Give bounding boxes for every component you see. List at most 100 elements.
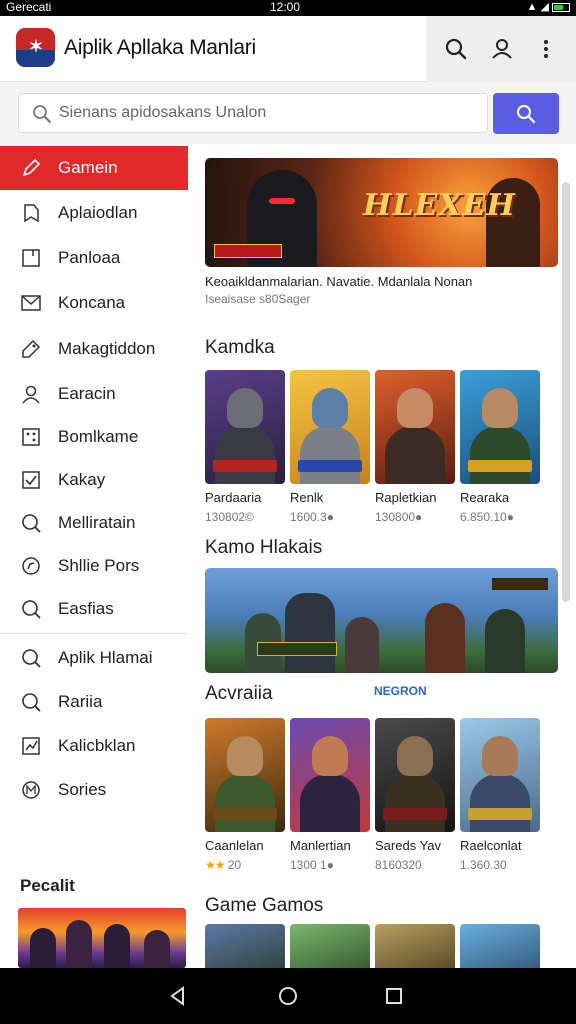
search-icon [22, 693, 41, 712]
section-title: Kamo Hlakais [205, 537, 323, 558]
game-thumbnail [375, 370, 455, 484]
sidebar-item-label: Aplaiodlan [58, 203, 138, 222]
popular-section-title: Pecalit [20, 876, 75, 895]
game-card[interactable]: Sareds Yav 8160320 [375, 718, 455, 872]
recents-icon[interactable] [382, 984, 406, 1008]
promo-banner-tag [492, 578, 548, 590]
status-icons: ▲◢ [527, 0, 570, 14]
banner-title: HLEXEH [363, 188, 516, 223]
note-icon [22, 249, 40, 267]
game-name: Raelconlat [460, 838, 522, 853]
sidebar-item-easfias[interactable]: Easfias [0, 587, 188, 631]
game-name: Sareds Yav [375, 838, 442, 853]
rating-stars: ★★ [205, 858, 225, 872]
mail-icon [21, 295, 41, 311]
game-name: Renlk [290, 490, 324, 505]
wifi-icon: ▲ [526, 1, 541, 13]
checkbox-icon [22, 471, 40, 489]
sidebar-item-label: Koncana [58, 293, 126, 312]
game-card[interactable]: Manlertian 1300 1● [290, 718, 370, 872]
battery-icon [552, 2, 570, 12]
game-thumbnail [290, 370, 370, 484]
status-bar: Gerecati 12:00 ▲◢ [0, 0, 576, 16]
game-name: Pardaaria [205, 490, 262, 505]
search-button[interactable] [440, 33, 472, 65]
sidebar-item-shllie-pors[interactable]: Shllie Pors [0, 544, 188, 588]
sidebar-item-aplik-hlamai[interactable]: Aplik Hlamai [0, 636, 188, 680]
section-link[interactable]: NEGRON [374, 684, 427, 698]
section-title: Acvraiia [205, 683, 273, 704]
dice-icon [22, 428, 40, 446]
tag-icon [22, 339, 41, 358]
game-card[interactable] [205, 924, 285, 968]
chart-icon [22, 737, 40, 755]
game-stat: 1600.3● [290, 510, 334, 524]
game-card[interactable]: Raelconlat 1.360.30 [460, 718, 540, 872]
more-menu-button[interactable] [530, 33, 562, 65]
sidebar-item-melliratain[interactable]: Melliratain [0, 501, 188, 545]
compass-icon [22, 557, 40, 575]
featured-subline: Iseaisase s80Sager [205, 292, 311, 306]
game-card[interactable] [290, 924, 370, 968]
carrier-label: Gerecati [6, 0, 52, 14]
back-icon[interactable] [166, 984, 190, 1008]
sidebar-item-label: Easfias [58, 599, 114, 618]
sidebar-item-panloaa[interactable]: Panloaa [0, 236, 188, 280]
search-row [0, 82, 576, 144]
sidebar-item-label: Bomlkame [58, 427, 139, 446]
search-icon [33, 105, 51, 123]
game-stat: 1300 1● [290, 858, 334, 872]
sidebar-item-bomlkame[interactable]: Bomlkame [0, 415, 188, 459]
game-card[interactable] [460, 924, 540, 968]
game-thumbnail [460, 718, 540, 832]
popular-thumbnail[interactable] [18, 908, 186, 968]
app-bar-actions [426, 16, 576, 82]
sidebar-item-label: Melliratain [58, 513, 136, 532]
sidebar-item-sories[interactable]: Sories [0, 768, 188, 812]
home-icon[interactable] [276, 984, 300, 1008]
search-box[interactable] [18, 93, 488, 133]
signal-icon: ◢ [540, 1, 552, 13]
game-thumbnail [290, 718, 370, 832]
game-card[interactable]: Caanlelan ★★ 20 [205, 718, 285, 872]
main-content: HLEXEH Keoaikldanmalarian. Navatie. Mdan… [196, 144, 576, 968]
game-card[interactable]: Rapletkian 130800● [375, 370, 455, 524]
game-card[interactable] [375, 924, 455, 968]
promo-banner[interactable] [205, 568, 558, 673]
sidebar-item-label: Aplik Hlamai [58, 648, 153, 667]
sidebar-item-label: Panloaa [58, 248, 121, 267]
search-icon [22, 514, 41, 533]
account-button[interactable] [486, 33, 518, 65]
banner-badge [214, 244, 282, 258]
sidebar-item-gamein[interactable]: Gamein [0, 146, 188, 190]
sidebar-item-earacin[interactable]: Earacin [0, 372, 188, 416]
game-stat: 130802© [205, 510, 254, 524]
sidebar-item-koncana[interactable]: Koncana [0, 281, 188, 325]
game-stat: 8160320 [375, 858, 422, 872]
bookmark-icon [24, 204, 39, 223]
user-icon [492, 39, 512, 59]
app-logo: ✶ [16, 28, 55, 67]
sidebar-item-label: Kakay [58, 470, 106, 489]
sidebar-item-label: Shllie Pors [58, 556, 140, 575]
sidebar-item-makagtiddon[interactable]: Makagtiddon [0, 327, 188, 371]
game-card[interactable]: Rearaka 6.850.10● [460, 370, 540, 524]
scrollbar[interactable] [562, 182, 570, 602]
search-submit-button[interactable] [493, 93, 559, 134]
game-card[interactable]: Renlk 1600.3● [290, 370, 370, 524]
sidebar-item-label: Gamein [58, 158, 118, 177]
game-stat: 1.360.30 [460, 858, 507, 872]
clock: 12:00 [270, 0, 301, 14]
game-stat: ★★ 20 [205, 858, 241, 872]
game-card[interactable]: Pardaaria 130802© [205, 370, 285, 524]
sidebar-item-kalicbklan[interactable]: Kalicbklan [0, 724, 188, 768]
sidebar-item-label: Makagtiddon [58, 339, 156, 358]
game-name: Caanlelan [205, 838, 264, 853]
sidebar-item-rariia[interactable]: Rariia [0, 680, 188, 724]
sidebar-item-aplaiodlan[interactable]: Aplaiodlan [0, 191, 188, 235]
section-title: Kamdka [205, 337, 275, 358]
sidebar-item-kakay[interactable]: Kakay [0, 458, 188, 502]
featured-banner[interactable]: HLEXEH [205, 158, 558, 267]
game-thumbnail [460, 370, 540, 484]
search-input[interactable] [59, 99, 479, 127]
